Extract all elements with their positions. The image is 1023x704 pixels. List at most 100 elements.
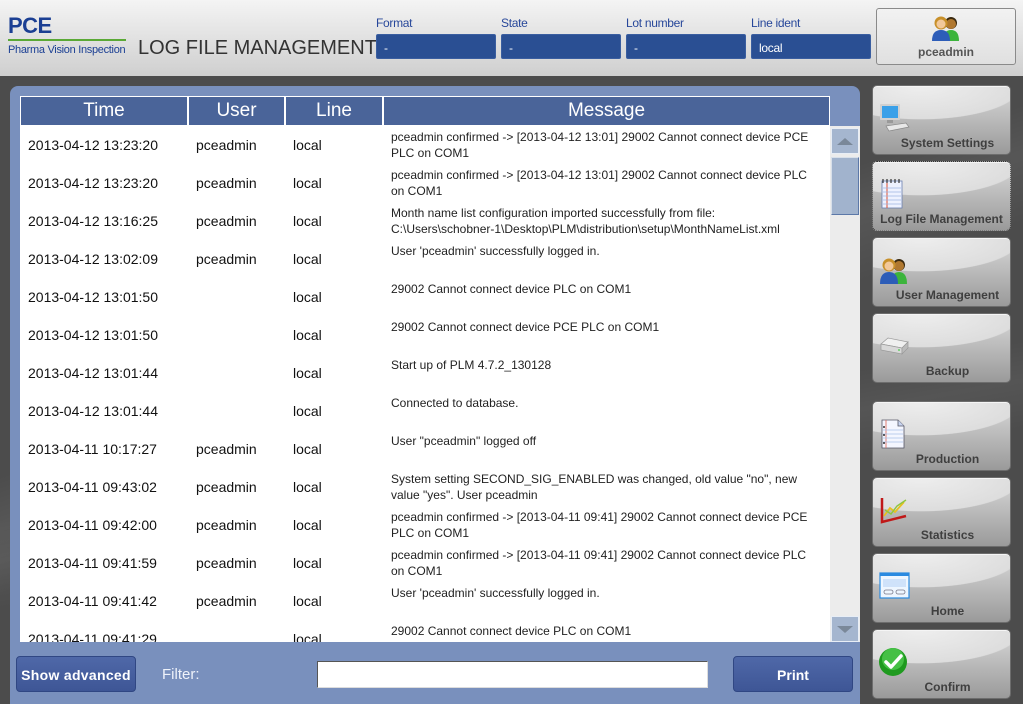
logo-subtitle: Pharma Vision Inspection xyxy=(8,44,126,56)
cell-line: local xyxy=(293,365,322,381)
logo-divider xyxy=(8,39,126,41)
table-row[interactable]: 2013-04-11 10:17:27 pceadmin local User "pc… xyxy=(20,430,830,468)
cell-message: User "pceadmin" logged off xyxy=(391,434,537,448)
lot-number-field: Lot number - xyxy=(626,16,746,59)
cell-line: local xyxy=(293,555,322,571)
cell-message: 29002 Cannot connect device PLC on COM1 xyxy=(391,624,632,638)
cell-user: pceadmin xyxy=(196,213,257,229)
notepad-icon xyxy=(878,178,910,210)
cell-time: 2013-04-12 13:23:20 xyxy=(28,137,158,153)
cell-message: pceadmin confirmed -> [2013-04-12 13:01]… xyxy=(391,168,807,198)
sidebar-label: System Settings xyxy=(900,136,995,150)
drive-icon xyxy=(878,330,910,362)
vertical-scrollbar[interactable] xyxy=(830,126,860,642)
sidebar-label: User Management xyxy=(895,288,1000,302)
filter-input[interactable] xyxy=(317,661,708,688)
table-row[interactable]: 2013-04-12 13:01:50 local 29002 Cannot con… xyxy=(20,316,830,354)
cell-message: 29002 Cannot connect device PCE PLC on C… xyxy=(391,320,660,334)
sidebar-item-home[interactable]: Home xyxy=(872,553,1011,623)
window-icon xyxy=(878,570,910,602)
cell-line: local xyxy=(293,403,322,419)
sidebar-item-log-file-management[interactable]: Log File Management xyxy=(872,161,1011,231)
cell-user xyxy=(188,620,285,642)
column-header-time[interactable]: Time xyxy=(21,97,189,125)
cell-user: pceadmin xyxy=(196,137,257,153)
sidebar-item-confirm[interactable]: Confirm xyxy=(872,629,1011,699)
table-row[interactable]: 2013-04-12 13:23:20 pceadmin local pceadmin… xyxy=(20,164,830,202)
sidebar-item-statistics[interactable]: Statistics xyxy=(872,477,1011,547)
cell-line: local xyxy=(293,213,322,229)
scroll-thumb[interactable] xyxy=(831,157,859,215)
cell-message: pceadmin confirmed -> [2013-04-11 09:41]… xyxy=(391,510,808,540)
cell-message: System setting SECOND_SIG_ENABLED was ch… xyxy=(391,472,798,502)
cell-time: 2013-04-11 09:42:00 xyxy=(28,517,157,533)
table-row[interactable]: 2013-04-11 09:41:59 pceadmin local pceadmin… xyxy=(20,544,830,582)
cell-line: local xyxy=(293,479,322,495)
cell-time: 2013-04-11 09:41:59 xyxy=(28,555,157,571)
cell-time: 2013-04-12 13:16:25 xyxy=(28,213,158,229)
cell-message: pceadmin confirmed -> [2013-04-11 09:41]… xyxy=(391,548,807,578)
cell-line: local xyxy=(293,137,322,153)
cell-user xyxy=(188,278,285,316)
cell-line: local xyxy=(293,631,322,642)
cell-line: local xyxy=(293,517,322,533)
table-header: Time User Line Message xyxy=(20,96,830,126)
scroll-down-button[interactable] xyxy=(831,616,859,642)
lot-number-value: - xyxy=(626,34,746,59)
cell-time: 2013-04-12 13:01:44 xyxy=(28,365,158,381)
checkmark-icon xyxy=(878,646,910,678)
header: PCE Pharma Vision Inspection LOG FILE MA… xyxy=(0,0,1023,76)
cell-message: Connected to database. xyxy=(391,396,519,410)
cell-time: 2013-04-12 13:02:09 xyxy=(28,251,158,267)
document-icon xyxy=(878,418,910,450)
cell-user xyxy=(188,316,285,354)
sidebar-item-system-settings[interactable]: System Settings xyxy=(872,85,1011,155)
arrow-up-icon xyxy=(837,137,853,145)
cell-message: Start up of PLM 4.7.2_130128 xyxy=(391,358,552,372)
cell-message: User 'pceadmin' successfully logged in. xyxy=(391,244,600,258)
filter-label: Filter: xyxy=(162,666,200,683)
scroll-up-button[interactable] xyxy=(831,128,859,154)
table-row[interactable]: 2013-04-12 13:01:44 local Start up of PLM … xyxy=(20,354,830,392)
sidebar-item-user-management[interactable]: User Management xyxy=(872,237,1011,307)
cell-time: 2013-04-11 09:43:02 xyxy=(28,479,157,495)
table-row[interactable]: 2013-04-11 09:43:02 pceadmin local System s… xyxy=(20,468,830,506)
cell-line: local xyxy=(293,289,322,305)
print-button[interactable]: Print xyxy=(733,656,853,692)
table-row[interactable]: 2013-04-12 13:02:09 pceadmin local User 'pc… xyxy=(20,240,830,278)
table-row[interactable]: 2013-04-12 13:01:50 local 29002 Cannot con… xyxy=(20,278,830,316)
table-row[interactable]: 2013-04-11 09:41:29 local 29002 Cannot con… xyxy=(20,620,830,642)
table-row[interactable]: 2013-04-12 13:23:20 pceadmin local pceadmin… xyxy=(20,126,830,164)
arrow-down-icon xyxy=(837,625,853,633)
cell-message: User 'pceadmin' successfully logged in. xyxy=(391,586,600,600)
cell-time: 2013-04-11 09:41:42 xyxy=(28,593,157,609)
column-header-message[interactable]: Message xyxy=(384,97,829,125)
cell-user: pceadmin xyxy=(196,479,257,495)
table-row[interactable]: 2013-04-11 09:41:42 pceadmin local User 'pc… xyxy=(20,582,830,620)
column-header-user[interactable]: User xyxy=(189,97,286,125)
cell-user: pceadmin xyxy=(196,251,257,267)
log-table: Time User Line Message 2013-04-12 13:23:… xyxy=(20,96,830,642)
sidebar-label: Confirm xyxy=(924,680,971,694)
table-row[interactable]: 2013-04-12 13:01:44 local Connected to dat… xyxy=(20,392,830,430)
sidebar-item-backup[interactable]: Backup xyxy=(872,313,1011,383)
line-ident-value: local xyxy=(751,34,871,59)
format-field: Format - xyxy=(376,16,496,59)
logo-brand: PCE xyxy=(8,13,52,38)
sidebar-item-production[interactable]: Production xyxy=(872,401,1011,471)
cell-line: local xyxy=(293,441,322,457)
current-user-button[interactable]: pceadmin xyxy=(876,8,1016,65)
log-panel: Time User Line Message 2013-04-12 13:23:… xyxy=(10,86,860,704)
column-header-line[interactable]: Line xyxy=(286,97,384,125)
cell-user: pceadmin xyxy=(196,555,257,571)
computer-icon xyxy=(878,102,910,134)
table-row[interactable]: 2013-04-12 13:16:25 pceadmin local Month na… xyxy=(20,202,830,240)
cell-message: Month name list configuration imported s… xyxy=(391,206,780,236)
cell-time: 2013-04-11 10:17:27 xyxy=(28,441,157,457)
lot-number-label: Lot number xyxy=(626,16,684,30)
state-label: State xyxy=(501,16,528,30)
sidebar-label: Home xyxy=(930,604,965,618)
show-advanced-button[interactable]: Show advanced xyxy=(16,656,136,692)
state-field: State - xyxy=(501,16,621,59)
table-row[interactable]: 2013-04-11 09:42:00 pceadmin local pceadmin… xyxy=(20,506,830,544)
